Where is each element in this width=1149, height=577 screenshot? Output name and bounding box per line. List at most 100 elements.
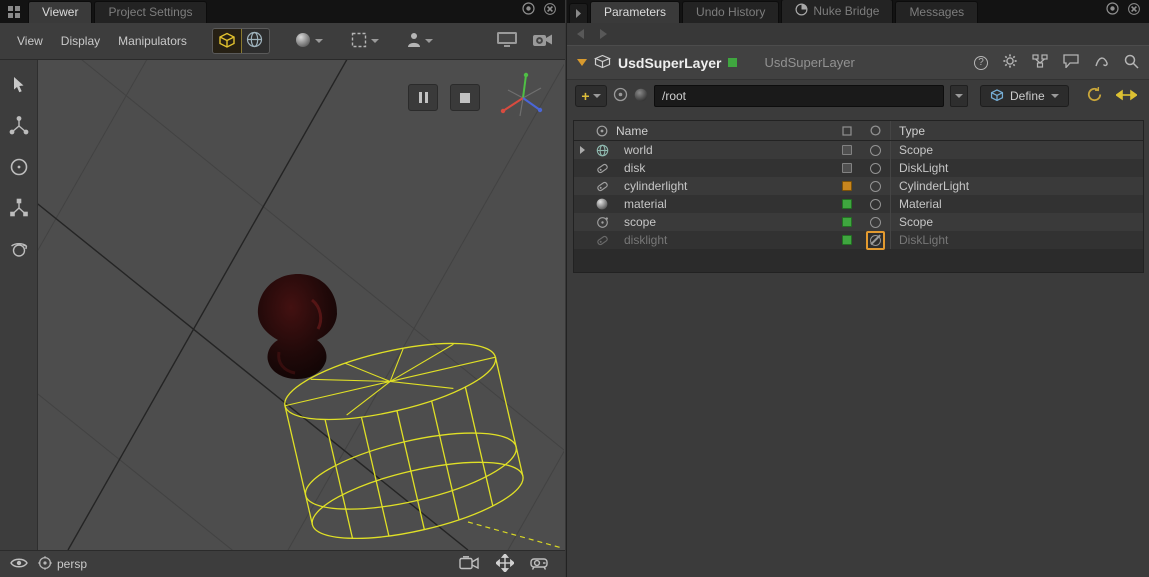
scope-icon [590, 216, 614, 229]
render-camera-icon[interactable] [532, 32, 553, 50]
scene-row-disklight[interactable]: disklight DiskLight [574, 231, 1143, 249]
scale-jack-icon [9, 198, 29, 221]
add-prim-button[interactable]: + [575, 85, 607, 107]
scale-tool-button[interactable] [5, 195, 33, 223]
camera-mode-dropdown[interactable] [404, 30, 436, 52]
detach-panel-icon[interactable] [522, 2, 535, 18]
chevron-down-icon [425, 39, 433, 43]
node-graph-icon[interactable] [1032, 54, 1048, 71]
tab-viewer[interactable]: Viewer [28, 1, 92, 23]
shaded-sphere-icon [295, 32, 311, 51]
active-toggle-icon[interactable] [870, 163, 881, 174]
history-back-icon[interactable] [577, 29, 584, 39]
help-icon[interactable]: ? [974, 56, 988, 70]
tab-parameters[interactable]: Parameters [590, 1, 680, 23]
table-header: Name Type [574, 121, 1143, 141]
tab-project-settings[interactable]: Project Settings [94, 1, 206, 23]
shading-mode-dropdown[interactable] [292, 30, 326, 53]
stop-button[interactable] [450, 84, 480, 111]
expression-hook-icon[interactable] [1094, 54, 1109, 71]
selection-mode-dropdown[interactable] [348, 30, 382, 53]
panel-menu-icon[interactable] [2, 0, 26, 23]
snapshot-camera-icon[interactable] [459, 556, 480, 573]
visibility-eye-icon[interactable] [10, 557, 28, 572]
select-tool-button[interactable] [5, 72, 33, 100]
swap-arrows-icon[interactable] [1116, 89, 1137, 104]
define-dropdown[interactable]: Define [980, 85, 1069, 107]
active-toggle-icon[interactable] [870, 181, 881, 192]
comment-bubble-icon[interactable] [1063, 54, 1079, 71]
rotate-tool-button[interactable] [5, 154, 33, 182]
column-header-type[interactable]: Type [890, 121, 1143, 140]
path-history-dropdown[interactable] [950, 85, 968, 107]
orbit-tool-button[interactable] [5, 236, 33, 264]
column-header-name[interactable]: Name [614, 124, 834, 138]
layer-state-badge [842, 199, 852, 209]
material-sphere-icon [590, 198, 614, 210]
history-forward-icon[interactable] [600, 29, 607, 39]
scene-row-material[interactable]: material Material [574, 195, 1143, 213]
chevron-down-icon [593, 94, 601, 98]
nuke-logo-icon [795, 3, 808, 19]
scene-graph-table: Name Type world Scope disk [573, 120, 1144, 273]
disclosure-triangle-icon[interactable] [577, 59, 587, 66]
search-icon[interactable] [1124, 54, 1139, 72]
person-icon [407, 32, 421, 50]
tab-overflow-icon[interactable] [569, 3, 588, 23]
circle-outline-icon[interactable] [613, 87, 628, 105]
pause-button[interactable] [408, 84, 438, 111]
environment-button[interactable] [241, 29, 269, 53]
cube-icon [218, 31, 236, 52]
cylinder-wireframe-selected[interactable] [263, 332, 543, 550]
refresh-icon[interactable] [1086, 86, 1103, 106]
prim-toolbar: + Define [567, 80, 1149, 112]
menu-manipulators[interactable]: Manipulators [109, 29, 196, 53]
chevron-down-icon [1051, 94, 1059, 98]
gear-icon[interactable] [1003, 54, 1017, 71]
tab-messages[interactable]: Messages [895, 1, 978, 23]
scene-row-cylinderlight[interactable]: cylinderlight CylinderLight [574, 177, 1143, 195]
active-toggle-icon[interactable] [870, 217, 881, 228]
dark-sphere-icon[interactable] [634, 88, 648, 105]
pan-arrows-icon[interactable] [496, 554, 514, 575]
cursor-icon [11, 76, 26, 96]
viewer-pane: Viewer Project Settings View Display Man… [0, 0, 565, 577]
prim-circle-icon [590, 125, 614, 137]
layer-state-badge [842, 217, 852, 227]
orbit-icon [9, 239, 29, 262]
active-toggle-icon[interactable] [870, 199, 881, 210]
camera-selector[interactable]: persp [38, 556, 87, 573]
scene-row-disk[interactable]: disk DiskLight [574, 159, 1143, 177]
light-icon [590, 162, 614, 175]
stop-icon [460, 93, 470, 103]
shading-toolgroup [212, 28, 270, 54]
active-toggle-icon[interactable] [870, 145, 881, 156]
scene-row-scope[interactable]: scope Scope [574, 213, 1143, 231]
globe-icon [246, 31, 263, 51]
display-monitor-icon[interactable] [496, 31, 518, 51]
viewport-3d[interactable] [38, 60, 565, 550]
camera-icon [38, 556, 52, 573]
node-name-label: UsdSuperLayer [618, 55, 721, 71]
scene-row-world[interactable]: world Scope [574, 141, 1143, 159]
activation-column-icon [860, 125, 890, 136]
prim-path-input[interactable] [654, 85, 944, 107]
detach-panel-icon[interactable] [1106, 2, 1119, 18]
menu-view[interactable]: View [8, 29, 52, 53]
layer-state-badge [842, 163, 852, 173]
axis-gizmo[interactable] [496, 68, 550, 122]
close-panel-icon[interactable] [1128, 3, 1140, 18]
tab-undo-history[interactable]: Undo History [682, 1, 779, 23]
expander-icon[interactable] [580, 146, 585, 154]
translate-tool-button[interactable] [5, 113, 33, 141]
layer-state-badge [842, 145, 852, 155]
close-panel-icon[interactable] [544, 3, 556, 18]
node-header: UsdSuperLayer UsdSuperLayer ? [567, 45, 1149, 80]
projector-icon[interactable] [530, 556, 551, 573]
tab-nuke-bridge[interactable]: Nuke Bridge [781, 0, 893, 23]
parameters-tabbar: Parameters Undo History Nuke Bridge Mess… [567, 0, 1149, 23]
viewer-tool-column [0, 60, 38, 550]
deactivated-toggle-icon[interactable] [870, 235, 881, 246]
menu-display[interactable]: Display [52, 29, 109, 53]
textured-cube-button[interactable] [213, 29, 241, 53]
